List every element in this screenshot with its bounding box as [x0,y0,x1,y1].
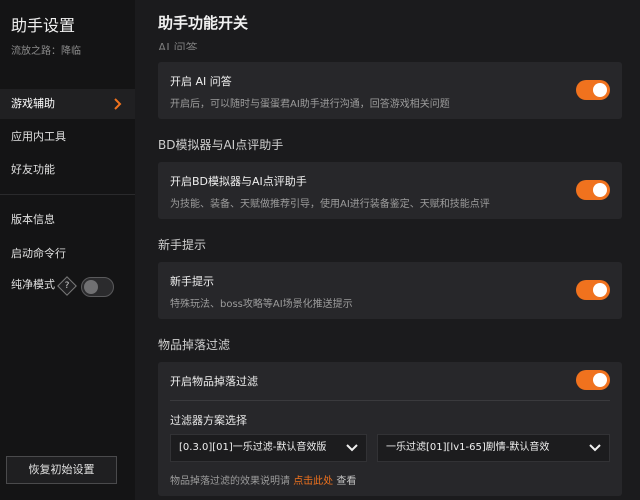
select-value: [0.3.0][01]一乐过滤-默认音效版 [179,442,327,453]
card-desc: 开启后，可以随时与蛋蛋君AI助手进行沟通，回答游戏相关问题 [170,99,450,110]
click-here-link[interactable]: 点击此处 [293,476,333,487]
chevron-right-icon [114,98,122,110]
bd-sim-toggle[interactable] [576,180,610,200]
section-header-ai-qa: AI 问答 [158,41,198,50]
sidebar-item-friends[interactable]: 好友功能 [0,155,135,185]
sidebar-item-version-info[interactable]: 版本信息 [0,205,135,235]
ai-qa-toggle[interactable] [576,80,610,100]
card-ai-qa: 开启 AI 问答 开启后，可以随时与蛋蛋君AI助手进行沟通，回答游戏相关问题 [158,62,622,119]
toggle-knob [593,183,607,197]
filter-scheme-label: 过滤器方案选择 [170,414,247,427]
filter-scheme-select-2[interactable]: 一乐过滤[01][lv1-65]剧情-默认音效 [377,434,610,462]
select-value: 一乐过滤[01][lv1-65]剧情-默认音效 [386,442,550,453]
chevron-down-icon [346,444,358,452]
toggle-knob [593,373,607,387]
sidebar-item-launch-cmdline[interactable]: 启动命令行 [0,239,135,269]
sidebar-item-label: 版本信息 [11,213,55,226]
card-loot-filter: 开启物品掉落过滤 过滤器方案选择 [0.3.0][01]一乐过滤-默认音效版 一… [158,362,622,496]
toggle-knob [593,283,607,297]
toggle-knob [593,83,607,97]
sidebar-item-in-app-tools[interactable]: 应用内工具 [0,122,135,152]
filter-scheme-select-1[interactable]: [0.3.0][01]一乐过滤-默认音效版 [170,434,367,462]
card-title: 开启BD模拟器与AI点评助手 [170,175,307,188]
card-desc: 特殊玩法、boss攻略等AI场景化推送提示 [170,299,353,310]
sidebar-item-label: 启动命令行 [11,247,66,260]
card-bd-sim: 开启BD模拟器与AI点评助手 为技能、装备、天赋做推荐引导，使用AI进行装备鉴定… [158,162,622,219]
view-link[interactable]: 查看 [336,476,356,487]
app-title: 助手设置 [11,16,76,35]
main-panel: 助手功能开关 AI 问答 开启 AI 问答 开启后，可以随时与蛋蛋君AI助手进行… [135,0,640,500]
card-desc: 为技能、装备、天赋做推荐引导，使用AI进行装备鉴定、天赋和技能点评 [170,199,490,210]
toggle-knob [84,280,98,294]
loot-filter-toggle[interactable] [576,370,610,390]
sidebar-item-game-assist[interactable]: 游戏辅助 [0,89,135,119]
chevron-down-icon [589,444,601,452]
newbie-tips-toggle[interactable] [576,280,610,300]
card-newbie-tips: 新手提示 特殊玩法、boss攻略等AI场景化推送提示 [158,262,622,319]
section-header-bd-sim: BD模拟器与AI点评助手 [158,138,284,152]
filter-note: 物品掉落过滤的效果说明请 点击此处 查看 [170,472,356,487]
reset-settings-button[interactable]: 恢复初始设置 [6,456,117,484]
section-header-newbie: 新手提示 [158,238,207,252]
card-divider [170,400,610,401]
sidebar: 助手设置 流放之路：降临 游戏辅助 应用内工具 好友功能 版本信息 启动命令行 … [0,0,135,500]
pure-mode-label: 纯净模式 [11,278,55,291]
card-title: 新手提示 [170,275,214,288]
game-subtitle: 流放之路：降临 [11,46,81,57]
sidebar-item-label: 游戏辅助 [11,97,55,110]
page-title: 助手功能开关 [158,14,249,32]
help-icon[interactable]: ? [60,279,74,293]
section-header-loot-filter: 物品掉落过滤 [158,338,231,352]
sidebar-item-label: 好友功能 [11,163,55,176]
sidebar-divider [0,194,135,195]
pure-mode-toggle[interactable] [81,277,114,297]
card-title: 开启 AI 问答 [170,75,232,88]
card-title: 开启物品掉落过滤 [170,375,258,388]
sidebar-item-label: 应用内工具 [11,130,66,143]
filter-note-text: 物品掉落过滤的效果说明请 [170,476,290,487]
